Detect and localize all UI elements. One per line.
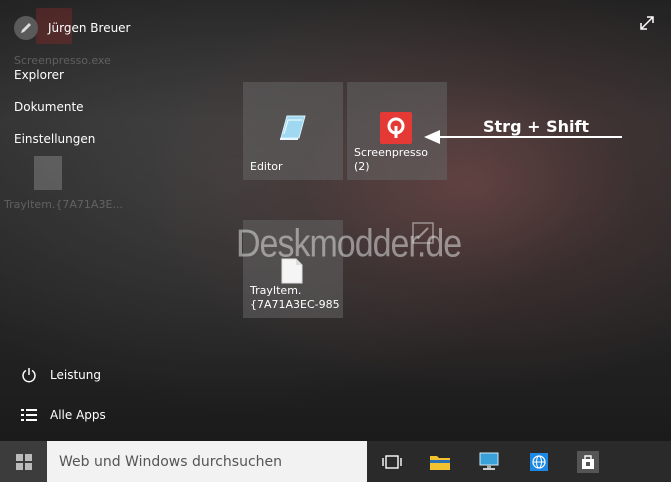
tile-trayitem-label: TrayItem. {7A71A3EC-985 — [250, 284, 340, 311]
power-icon — [20, 366, 38, 384]
user-avatar-icon — [14, 16, 38, 40]
power-button[interactable]: Leistung — [20, 366, 101, 384]
user-name: Jürgen Breuer — [48, 21, 131, 35]
menu-item-einstellungen[interactable]: Einstellungen — [14, 132, 95, 146]
start-button[interactable] — [0, 441, 47, 482]
notepad-icon — [275, 112, 309, 146]
annotation-text: Strg + Shift — [483, 117, 590, 136]
tile-editor[interactable]: Editor — [243, 82, 343, 180]
network-computer-icon — [479, 452, 499, 470]
network-computer-button[interactable] — [470, 441, 510, 482]
task-view-icon — [382, 454, 402, 469]
menu-item-dokumente[interactable]: Dokumente — [14, 100, 84, 114]
all-apps-button[interactable]: Alle Apps — [20, 406, 106, 424]
search-input[interactable] — [47, 441, 367, 482]
taskbar — [0, 441, 671, 482]
power-label: Leistung — [50, 368, 101, 382]
store-icon — [577, 450, 599, 473]
file-explorer-button[interactable] — [420, 441, 460, 482]
all-apps-label: Alle Apps — [50, 408, 106, 422]
screenpresso-icon — [380, 112, 412, 144]
windows-logo-icon — [15, 453, 32, 470]
menu-item-explorer[interactable]: Explorer — [14, 68, 64, 82]
user-account[interactable]: Jürgen Breuer — [14, 16, 131, 40]
tile-editor-label: Editor — [250, 160, 283, 173]
store-button[interactable] — [568, 441, 608, 482]
file-explorer-icon — [430, 455, 450, 470]
expand-icon[interactable] — [636, 12, 658, 34]
watermark-pen-icon — [412, 222, 434, 244]
browser-globe-icon — [530, 452, 548, 471]
browser-button[interactable] — [519, 441, 559, 482]
list-icon — [20, 406, 38, 424]
tile-screenpresso-label: Screenpresso (2) — [354, 146, 429, 173]
task-view-button[interactable] — [372, 441, 412, 482]
pen-icon — [21, 23, 31, 33]
